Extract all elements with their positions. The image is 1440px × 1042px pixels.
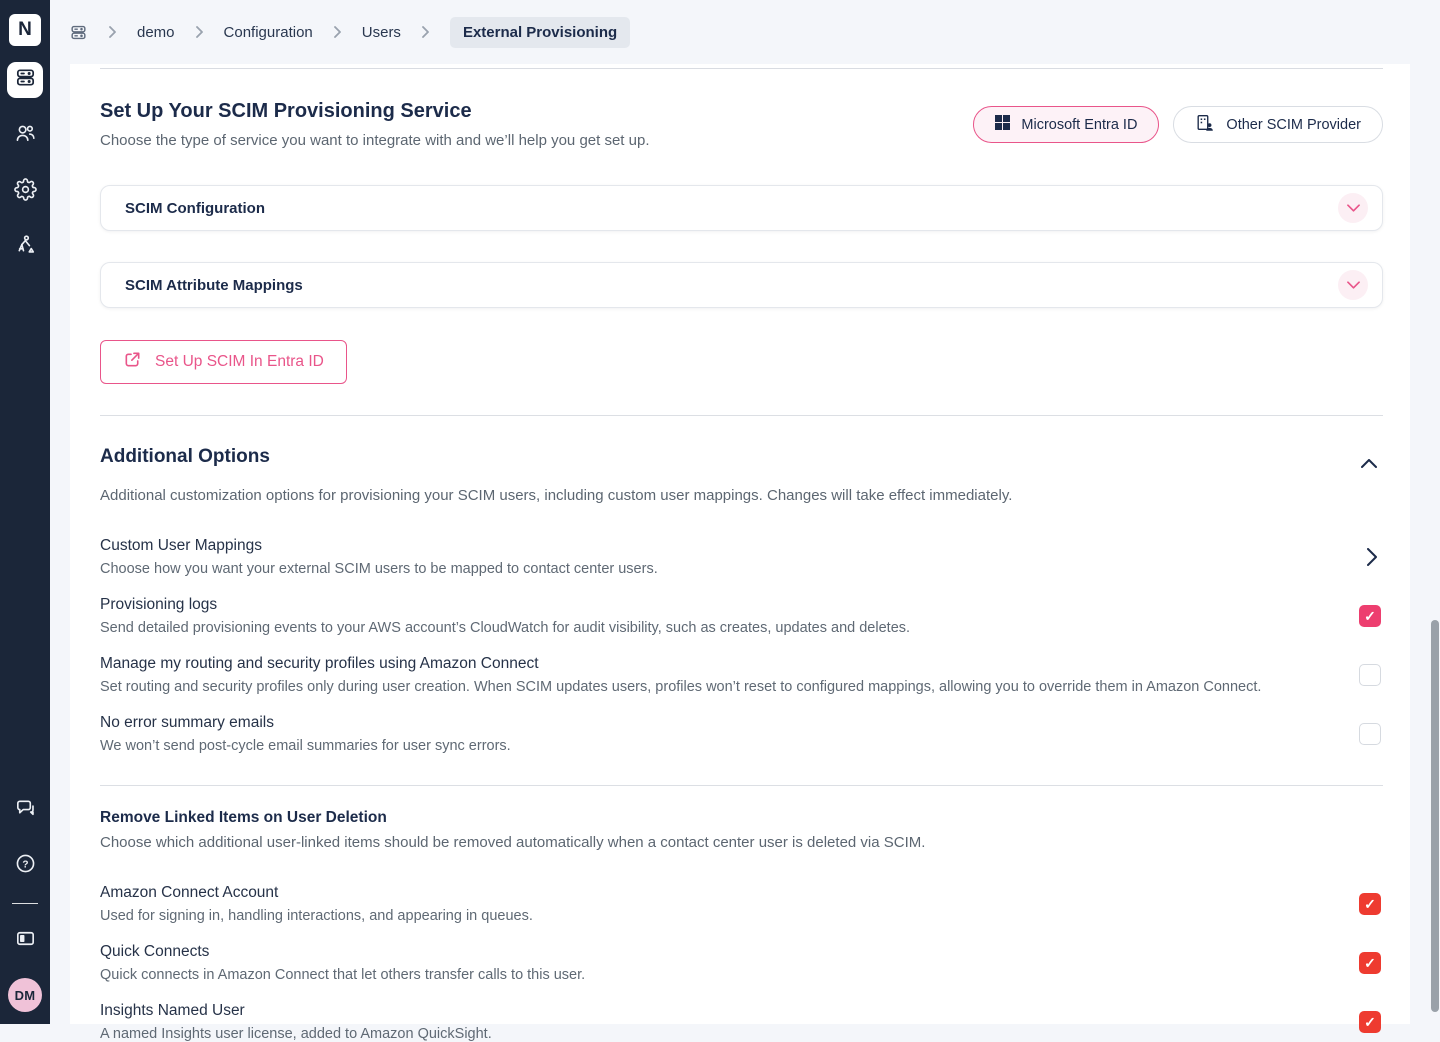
section-divider: [100, 415, 1383, 416]
breadcrumb: demo Configuration Users External Provis…: [50, 0, 1440, 64]
manage-profiles-row: Manage my routing and security profiles …: [100, 655, 1383, 695]
accordion-title: SCIM Configuration: [125, 200, 265, 217]
provisioning-logs-row: Provisioning logs Send detailed provisio…: [100, 596, 1383, 636]
sidebar-item-users[interactable]: [7, 118, 43, 154]
option-description: Quick connects in Amazon Connect that le…: [100, 967, 585, 983]
remove-linked-subtitle: Choose which additional user-linked item…: [100, 834, 1383, 851]
section-divider: [100, 785, 1383, 786]
chat-bubbles-icon: [14, 797, 37, 825]
server-stack-icon: [14, 66, 37, 94]
quick-connects-row: Quick Connects Quick connects in Amazon …: [100, 943, 1383, 983]
organization-user-icon: [1195, 113, 1215, 137]
sidebar: N: [0, 0, 50, 1024]
no-error-summary-checkbox[interactable]: [1359, 723, 1381, 745]
svg-text:?: ?: [22, 859, 28, 870]
section-divider: [100, 68, 1383, 69]
provider-toggle-group: Microsoft Entra ID Other SCIM Provider: [973, 106, 1383, 143]
sidebar-item-help[interactable]: ?: [7, 848, 43, 884]
manage-profiles-checkbox[interactable]: [1359, 664, 1381, 686]
option-description: Send detailed provisioning events to you…: [100, 620, 910, 636]
sidebar-item-panel-toggle[interactable]: [7, 923, 43, 959]
scim-configuration-accordion[interactable]: SCIM Configuration: [100, 185, 1383, 231]
additional-options-subtitle: Additional customization options for pro…: [100, 487, 1383, 504]
app-logo[interactable]: N: [9, 14, 41, 46]
other-scim-provider-button[interactable]: Other SCIM Provider: [1173, 106, 1383, 143]
option-description: Set routing and security profiles only d…: [100, 679, 1261, 695]
main-content: Set Up Your SCIM Provisioning Service Ch…: [70, 64, 1410, 1024]
insights-named-user-checkbox[interactable]: [1359, 1011, 1381, 1033]
additional-options-title: Additional Options: [100, 446, 270, 468]
app-logo-letter: N: [18, 19, 32, 41]
additional-options-section: Additional Options Additional customizat…: [100, 446, 1383, 754]
chevron-down-icon[interactable]: [1338, 193, 1368, 223]
chevron-right-icon: [109, 26, 116, 38]
chevron-down-icon[interactable]: [1338, 270, 1368, 300]
sidebar-item-chat[interactable]: [7, 793, 43, 829]
remove-linked-title: Remove Linked Items on User Deletion: [100, 809, 1383, 827]
breadcrumb-item-demo[interactable]: demo: [137, 24, 175, 41]
sidebar-item-workflows[interactable]: [7, 230, 43, 266]
vertical-scrollbar-thumb[interactable]: [1431, 620, 1439, 1012]
option-title: Custom User Mappings: [100, 537, 658, 555]
option-title: Quick Connects: [100, 943, 585, 961]
insights-named-user-row: Insights Named User A named Insights use…: [100, 1002, 1383, 1042]
setup-scim-entra-button[interactable]: Set Up SCIM In Entra ID: [100, 340, 347, 384]
workflow-person-icon: [14, 234, 37, 262]
option-description: Used for signing in, handling interactio…: [100, 908, 533, 924]
option-description: Choose how you want your external SCIM u…: [100, 561, 658, 577]
sidebar-nav: [7, 62, 43, 266]
setup-button-label: Set Up SCIM In Entra ID: [155, 353, 324, 371]
microsoft-logo-icon: [995, 115, 1010, 134]
page-subtitle: Choose the type of service you want to i…: [100, 132, 650, 149]
chevron-right-icon: [422, 26, 429, 38]
sidebar-item-instances[interactable]: [7, 62, 43, 98]
custom-user-mappings-row[interactable]: Custom User Mappings Choose how you want…: [100, 537, 1383, 577]
gear-icon: [14, 178, 37, 206]
accordion-title: SCIM Attribute Mappings: [125, 277, 303, 294]
collapse-section-button[interactable]: [1355, 450, 1383, 477]
option-title: Amazon Connect Account: [100, 884, 533, 902]
option-description: We won’t send post-cycle email summaries…: [100, 738, 511, 754]
breadcrumb-root-icon[interactable]: [69, 23, 88, 42]
option-title: No error summary emails: [100, 714, 511, 732]
sidebar-divider: [12, 903, 38, 904]
option-description: A named Insights user license, added to …: [100, 1026, 492, 1042]
option-title: Manage my routing and security profiles …: [100, 655, 1261, 673]
page-title: Set Up Your SCIM Provisioning Service: [100, 100, 650, 123]
provider-button-label: Microsoft Entra ID: [1021, 117, 1137, 133]
help-icon: ?: [14, 852, 37, 880]
quick-connects-checkbox[interactable]: [1359, 952, 1381, 974]
provisioning-logs-checkbox[interactable]: [1359, 605, 1381, 627]
breadcrumb-item-users[interactable]: Users: [362, 24, 401, 41]
provider-button-label: Other SCIM Provider: [1226, 117, 1361, 133]
sidebar-bottom-nav: ? DM: [7, 793, 43, 1012]
users-icon: [14, 122, 37, 150]
remove-linked-items-section: Remove Linked Items on User Deletion Cho…: [100, 809, 1383, 1042]
chevron-up-icon: [1361, 456, 1377, 471]
scim-attribute-mappings-accordion[interactable]: SCIM Attribute Mappings: [100, 262, 1383, 308]
option-title: Insights Named User: [100, 1002, 492, 1020]
no-error-summary-row: No error summary emails We won’t send po…: [100, 714, 1383, 754]
amazon-connect-account-checkbox[interactable]: [1359, 893, 1381, 915]
chevron-right-icon[interactable]: [1361, 544, 1383, 570]
sidebar-item-settings[interactable]: [7, 174, 43, 210]
chevron-right-icon: [196, 26, 203, 38]
scim-setup-section: Set Up Your SCIM Provisioning Service Ch…: [100, 100, 1383, 149]
external-link-icon: [123, 350, 142, 374]
chevron-right-icon: [334, 26, 341, 38]
user-avatar-initials: DM: [15, 988, 36, 1003]
microsoft-entra-id-button[interactable]: Microsoft Entra ID: [973, 106, 1159, 143]
user-avatar[interactable]: DM: [8, 978, 42, 1012]
option-title: Provisioning logs: [100, 596, 910, 614]
breadcrumb-current-page: External Provisioning: [450, 17, 630, 48]
side-panel-icon: [14, 927, 37, 955]
breadcrumb-item-configuration[interactable]: Configuration: [224, 24, 313, 41]
amazon-connect-account-row: Amazon Connect Account Used for signing …: [100, 884, 1383, 924]
